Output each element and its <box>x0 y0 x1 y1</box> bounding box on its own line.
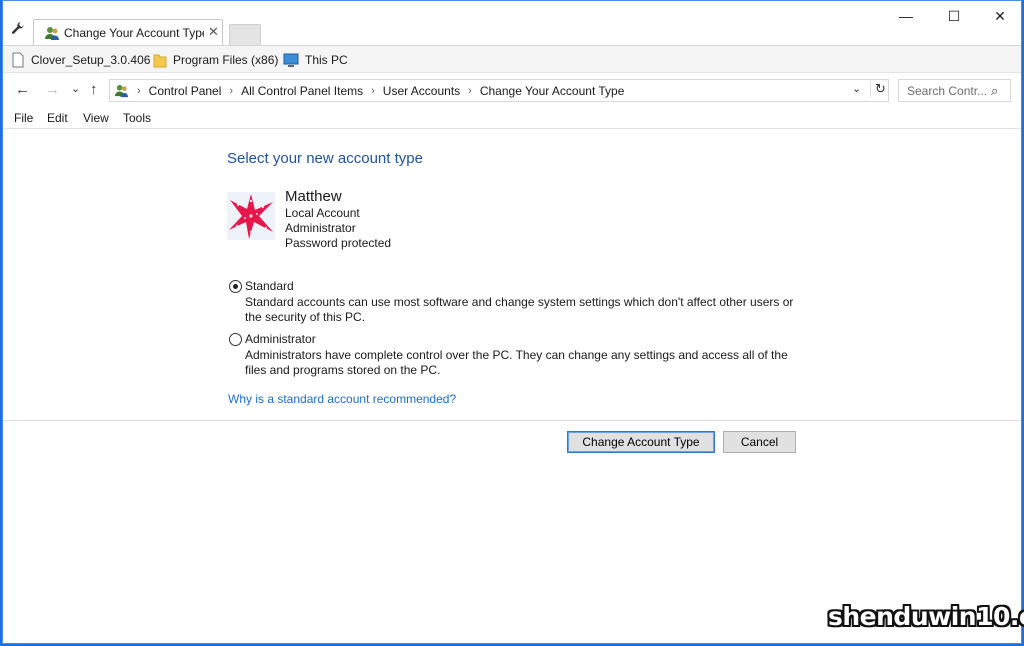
standard-option[interactable]: Standard <box>229 279 294 293</box>
breadcrumb: › Control Panel › All Control Panel Item… <box>114 83 624 98</box>
standard-label[interactable]: Standard <box>245 279 294 293</box>
minimize-button[interactable]: — <box>883 5 929 27</box>
menu-view[interactable]: View <box>83 111 109 125</box>
up-arrow-icon[interactable]: ↑ <box>90 81 98 98</box>
search-input[interactable]: Search Contr... ⌕ <box>898 79 1011 102</box>
back-arrow-icon[interactable]: ← <box>15 81 30 98</box>
divider <box>3 420 1021 421</box>
title-bar: Change Your Account Type ✕ — ☐ ✕ <box>3 1 1021 45</box>
breadcrumb-control-panel[interactable]: Control Panel <box>149 84 222 98</box>
explorer-window: Change Your Account Type ✕ — ☐ ✕ Clover_… <box>2 0 1022 644</box>
search-placeholder: Search Contr... <box>907 84 988 98</box>
user-accounts-icon <box>45 27 59 40</box>
favorite-this-pc[interactable]: This PC <box>283 52 348 68</box>
forward-arrow-icon[interactable]: → <box>45 81 60 98</box>
favorite-program-files[interactable]: Program Files (x86) <box>153 52 278 68</box>
administrator-description: Administrators have complete control ove… <box>245 348 788 377</box>
breadcrumb-separator[interactable]: › <box>229 85 233 97</box>
menu-tools[interactable]: Tools <box>123 111 151 125</box>
address-dropdown-icon[interactable]: ⌄ <box>852 82 861 95</box>
computer-icon <box>283 53 299 67</box>
user-accounts-icon <box>114 84 129 98</box>
watermark: shenduwin10.com <box>828 602 1024 631</box>
menu-file[interactable]: File <box>14 111 33 125</box>
maximize-button[interactable]: ☐ <box>931 5 977 27</box>
address-bar[interactable]: › Control Panel › All Control Panel Item… <box>109 79 889 102</box>
recent-locations-icon[interactable]: ⌄ <box>71 82 80 95</box>
breadcrumb-separator[interactable]: › <box>371 85 375 97</box>
password-status: Password protected <box>285 236 392 250</box>
user-avatar <box>227 192 275 240</box>
close-button[interactable]: ✕ <box>977 5 1023 27</box>
tab-title: Change Your Account Type <box>64 26 204 40</box>
tab-change-account-type[interactable]: Change Your Account Type ✕ <box>33 19 223 45</box>
new-tab-button[interactable] <box>229 24 261 45</box>
change-account-type-button[interactable]: Change Account Type <box>567 431 715 453</box>
main-content: Select your new account type Matthew Loc… <box>3 129 1021 643</box>
wrench-icon[interactable] <box>11 21 25 35</box>
user-name: Matthew <box>285 188 342 205</box>
breadcrumb-user-accounts[interactable]: User Accounts <box>383 84 460 98</box>
favorite-clover-setup[interactable]: Clover_Setup_3.0.406 <box>11 52 150 68</box>
administrator-option[interactable]: Administrator <box>229 332 316 346</box>
star-picture-icon <box>227 192 275 240</box>
account-location: Local Account <box>285 206 360 220</box>
breadcrumb-all-items[interactable]: All Control Panel Items <box>241 84 363 98</box>
navigation-bar: ← → ⌄ ↑ › Control Panel › All Control Pa… <box>3 73 1021 107</box>
administrator-radio[interactable] <box>229 332 242 346</box>
menu-edit[interactable]: Edit <box>47 111 68 125</box>
document-icon <box>12 52 24 68</box>
search-icon[interactable]: ⌕ <box>991 83 998 99</box>
breadcrumb-separator[interactable]: › <box>468 85 472 97</box>
cancel-button[interactable]: Cancel <box>723 431 796 453</box>
favorite-label: Program Files (x86) <box>173 53 279 67</box>
favorite-label: This PC <box>305 53 348 67</box>
favorite-label: Clover_Setup_3.0.406 <box>31 53 151 67</box>
breadcrumb-separator[interactable]: › <box>137 85 141 97</box>
account-type: Administrator <box>285 221 356 235</box>
favorites-bar: Clover_Setup_3.0.406 Program Files (x86)… <box>3 45 1021 73</box>
folder-icon <box>153 54 167 68</box>
tab-close-icon[interactable]: ✕ <box>208 24 219 40</box>
refresh-icon[interactable]: ↻ <box>870 81 886 97</box>
standard-account-help-link[interactable]: Why is a standard account recommended? <box>228 392 456 406</box>
page-title: Select your new account type <box>227 150 423 167</box>
menu-bar: File Edit View Tools <box>3 107 1021 129</box>
standard-description: Standard accounts can use most software … <box>245 295 794 324</box>
breadcrumb-change-account-type[interactable]: Change Your Account Type <box>480 84 625 98</box>
standard-radio[interactable] <box>229 279 242 293</box>
administrator-label[interactable]: Administrator <box>245 332 316 346</box>
